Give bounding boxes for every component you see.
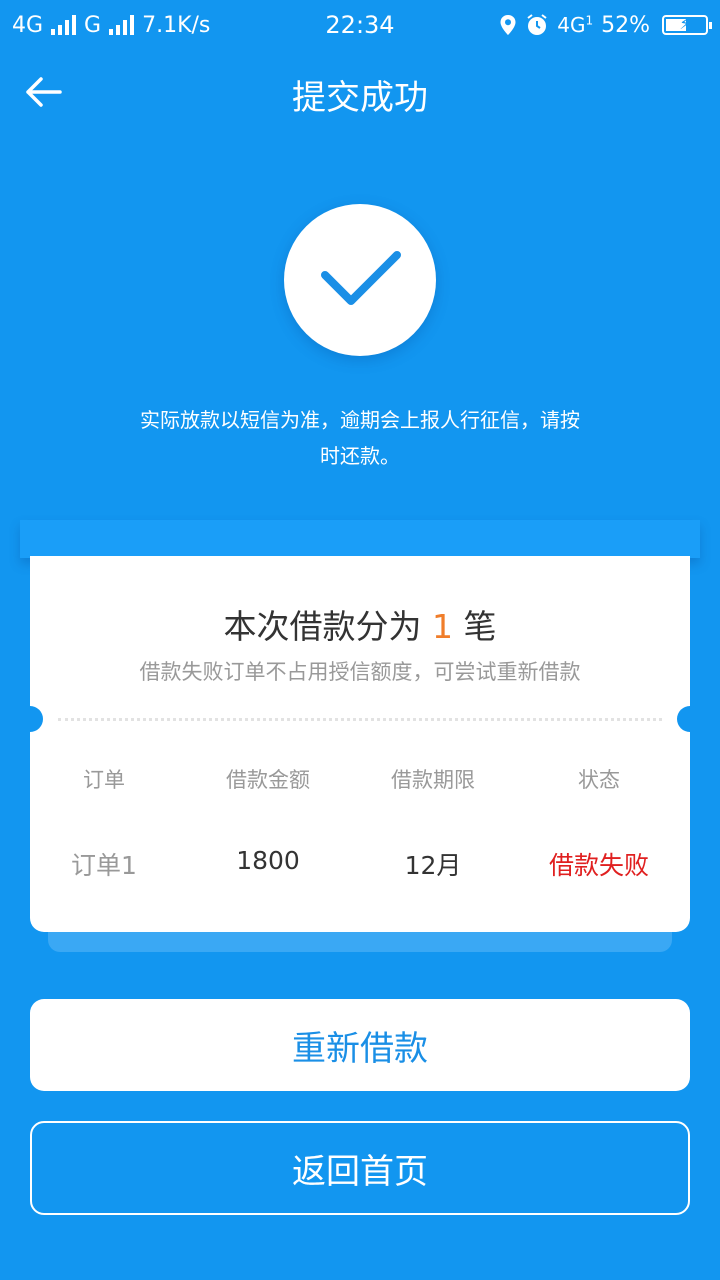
dotted-divider [58, 718, 662, 721]
loan-amount: 1800 [236, 846, 300, 875]
status-right: 4G1 52% ⚡ [499, 12, 712, 38]
loan-status: 借款失败 [548, 851, 649, 880]
battery-percent: 52% [601, 12, 650, 38]
signal-icon [51, 15, 77, 35]
notice-line-1: 实际放款以短信为准，逾期会上报人行征信，请按 [140, 408, 580, 432]
back-home-button[interactable]: 返回首页 [30, 1121, 690, 1215]
nav-bar: 提交成功 [0, 50, 720, 134]
table-row: 订单1 1800 12月 借款失败 [30, 846, 690, 882]
card-subtitle: 借款失败订单不占用授信额度，可尝试重新借款 [139, 660, 581, 684]
loan-term: 12月 [404, 851, 462, 880]
column-header-order: 订单 [83, 768, 125, 792]
card-notch-right [677, 706, 703, 732]
signal-icon [109, 15, 135, 35]
network-speed: 7.1K/s [142, 12, 211, 38]
network-label-3: 4G1 [557, 13, 594, 37]
status-bar: 4G G 7.1K/s 22:34 4G1 52% ⚡ [0, 0, 720, 50]
checkmark-icon [321, 251, 401, 305]
card-title: 本次借款分为 1 笔 [223, 607, 497, 646]
page-title: 提交成功 [292, 78, 428, 118]
table-header: 订单 借款金额 借款期限 状态 [30, 764, 690, 794]
loan-result-card: 本次借款分为 1 笔 借款失败订单不占用授信额度，可尝试重新借款 订单 借款金额… [17, 556, 703, 932]
status-left: 4G G 7.1K/s [12, 13, 210, 38]
alarm-icon [527, 14, 547, 35]
network-label-2: G [84, 12, 102, 38]
column-header-status: 状态 [578, 768, 620, 792]
notice-line-2: 时还款。 [320, 444, 400, 468]
card-notch-left [17, 706, 43, 732]
network-label-1: 4G [12, 12, 44, 38]
retry-loan-button[interactable]: 重新借款 [30, 999, 690, 1091]
card-slot-bar [20, 520, 700, 558]
column-header-amount: 借款金额 [226, 768, 310, 792]
loan-count: 1 [432, 607, 453, 646]
location-icon [500, 15, 516, 35]
repayment-notice: 实际放款以短信为准，逾期会上报人行征信，请按 时还款。 [110, 402, 610, 474]
charging-icon: ⚡ [679, 14, 691, 33]
battery-icon: ⚡ [662, 14, 712, 35]
column-header-term: 借款期限 [391, 768, 475, 792]
success-check-badge [284, 204, 436, 356]
order-name: 订单1 [71, 851, 137, 880]
